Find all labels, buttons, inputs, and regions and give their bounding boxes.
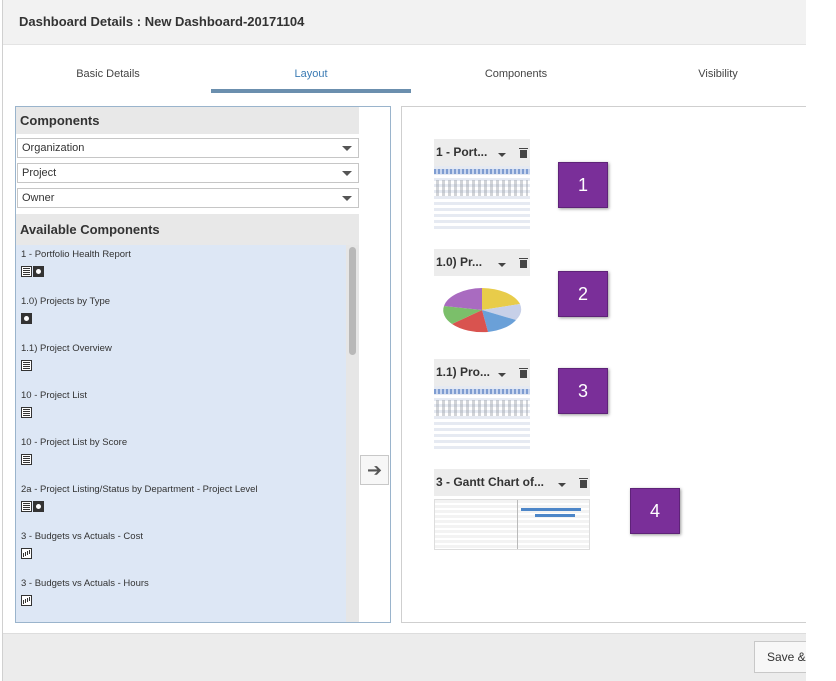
- active-tab-indicator: [211, 89, 411, 93]
- widget-header: 1.0) Pr...: [434, 249, 530, 276]
- dropdown-value: Organization: [22, 142, 85, 154]
- list-item-icons: [21, 266, 45, 278]
- dashboard-details-dialog: Dashboard Details : New Dashboard-201711…: [2, 0, 809, 681]
- widget-title: 1 - Port...: [436, 145, 488, 159]
- tab-basic-details[interactable]: Basic Details: [43, 68, 173, 80]
- position-number-badge: 2: [558, 271, 608, 317]
- pie-chart-thumbnail: [443, 288, 522, 333]
- list-item[interactable]: 2a - Project Listing/Status by Departmen…: [21, 480, 341, 526]
- tab-layout[interactable]: Layout: [211, 68, 411, 80]
- list-item[interactable]: 10 - Project List by Score: [21, 433, 341, 479]
- torn-edge: [806, 0, 836, 681]
- owner-dropdown[interactable]: Owner: [17, 188, 359, 208]
- available-components-list: 1 - Portfolio Health Report 1.0) Project…: [16, 245, 346, 622]
- chevron-down-icon: [342, 171, 352, 176]
- pie-chart-icon: [33, 501, 44, 512]
- list-item-label: 1 - Portfolio Health Report: [21, 249, 131, 260]
- list-item[interactable]: 10 - Project List: [21, 386, 341, 432]
- list-item-icons: [21, 454, 33, 466]
- list-item[interactable]: 1.1) Project Overview: [21, 339, 341, 385]
- components-header: Components: [16, 107, 359, 134]
- list-item[interactable]: 1.0) Projects by Type: [21, 292, 341, 338]
- trash-icon[interactable]: [519, 148, 528, 158]
- dialog-title: Dashboard Details : New Dashboard-201711…: [19, 14, 305, 29]
- components-panel: Components Organization Project Owner Av…: [15, 106, 391, 623]
- list-item-label: 2a - Project Listing/Status by Departmen…: [21, 484, 258, 495]
- dialog-titlebar: Dashboard Details : New Dashboard-201711…: [3, 0, 809, 45]
- chevron-down-icon[interactable]: [558, 483, 566, 487]
- chevron-down-icon: [342, 196, 352, 201]
- position-number-badge: 1: [558, 162, 608, 208]
- list-item[interactable]: 3 - Budgets vs Actuals - Hours: [21, 574, 341, 620]
- available-components-header: Available Components: [16, 214, 359, 245]
- chevron-down-icon[interactable]: [498, 153, 506, 157]
- widget-header: 3 - Gantt Chart of...: [434, 469, 590, 496]
- list-item-label: 10 - Project List by Score: [21, 437, 128, 448]
- trash-icon[interactable]: [519, 368, 528, 378]
- tab-components[interactable]: Components: [451, 68, 581, 80]
- widget-title: 1.1) Pro...: [436, 365, 491, 379]
- table-thumbnail: [434, 166, 530, 232]
- table-icon: [21, 454, 32, 465]
- list-item[interactable]: 3 - Budgets vs Actuals - Cost: [21, 527, 341, 573]
- table-icon: [21, 501, 32, 512]
- list-item-icons: [21, 501, 45, 513]
- layout-widget[interactable]: 1 - Port...: [434, 139, 530, 233]
- table-icon: [21, 407, 32, 418]
- widget-title: 1.0) Pr...: [436, 255, 483, 269]
- chevron-down-icon[interactable]: [498, 373, 506, 377]
- list-item-label: 3 - Budgets vs Actuals - Hours: [21, 578, 149, 589]
- pie-chart-icon: [21, 313, 32, 324]
- widget-header: 1.1) Pro...: [434, 359, 530, 386]
- save-button[interactable]: Save &: [754, 641, 809, 673]
- dialog-footer: Save &: [3, 633, 809, 681]
- layout-canvas: 1 - Port... 1 1.0) Pr... 2 1.1) Pro... 3…: [401, 106, 809, 623]
- arrow-right-icon: ➔: [366, 460, 383, 480]
- list-scrollbar[interactable]: [346, 245, 359, 622]
- organization-dropdown[interactable]: Organization: [17, 138, 359, 158]
- chevron-down-icon: [342, 146, 352, 151]
- pie-chart-icon: [33, 266, 44, 277]
- list-item[interactable]: 1 - Portfolio Health Report: [21, 245, 341, 291]
- list-item-icons: [21, 548, 33, 560]
- bar-chart-icon: [21, 548, 32, 559]
- dropdown-value: Owner: [22, 192, 55, 204]
- layout-widget[interactable]: 3 - Gantt Chart of...: [434, 469, 590, 553]
- list-item-icons: [21, 595, 33, 607]
- list-item-label: 10 - Project List: [21, 390, 87, 401]
- list-item-label: 1.0) Projects by Type: [21, 296, 111, 307]
- widget-header: 1 - Port...: [434, 139, 530, 166]
- table-icon: [21, 360, 32, 371]
- tab-visibility[interactable]: Visibility: [653, 68, 783, 80]
- list-item-icons: [21, 360, 33, 372]
- position-number-badge: 4: [630, 488, 680, 534]
- position-number-badge: 3: [558, 368, 608, 414]
- layout-widget[interactable]: 1.1) Pro...: [434, 359, 530, 453]
- add-component-button[interactable]: ➔: [360, 455, 389, 485]
- scrollbar-thumb[interactable]: [349, 247, 356, 355]
- components-column: Components Organization Project Owner Av…: [16, 107, 359, 622]
- chevron-down-icon[interactable]: [498, 263, 506, 267]
- list-item-label: 3 - Budgets vs Actuals - Cost: [21, 531, 143, 542]
- dropdown-value: Project: [22, 167, 57, 179]
- list-item-icons: [21, 407, 33, 419]
- trash-icon[interactable]: [579, 478, 588, 488]
- trash-icon[interactable]: [519, 258, 528, 268]
- layout-widget[interactable]: 1.0) Pr...: [434, 249, 530, 343]
- list-item-label: 1.1) Project Overview: [21, 343, 112, 354]
- table-thumbnail: [434, 386, 530, 452]
- gantt-thumbnail: [434, 499, 590, 550]
- table-icon: [21, 266, 32, 277]
- project-dropdown[interactable]: Project: [17, 163, 359, 183]
- bar-chart-icon: [21, 595, 32, 606]
- list-item-icons: [21, 313, 33, 325]
- widget-title: 3 - Gantt Chart of...: [436, 475, 544, 489]
